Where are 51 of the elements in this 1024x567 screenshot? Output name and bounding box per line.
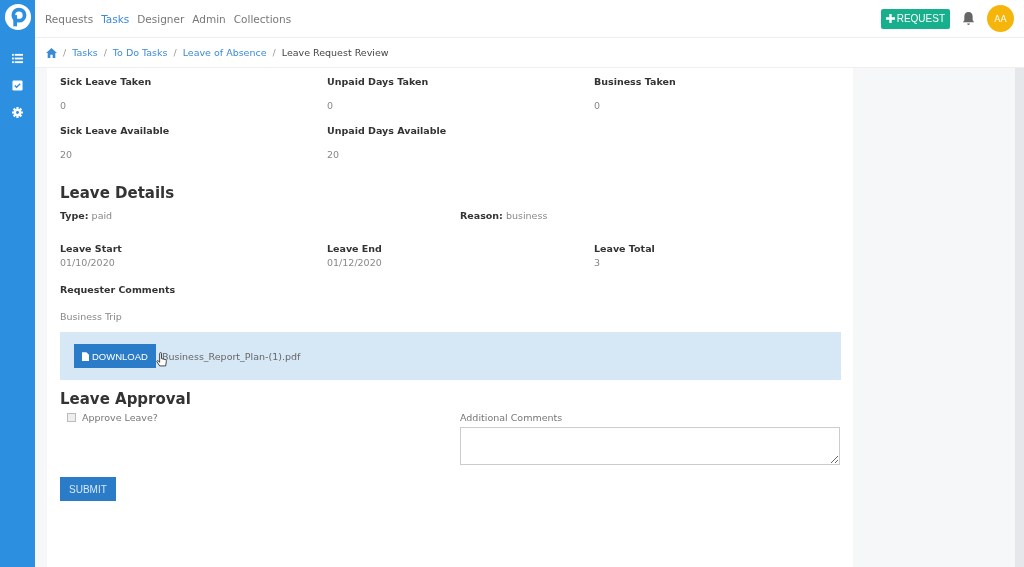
logo-icon: [3, 3, 32, 31]
type-text: Type: paid: [60, 210, 114, 221]
field-value: 20: [60, 149, 74, 160]
checkbox-label: Approve Leave?: [82, 412, 158, 423]
field-value: 01/10/2020: [60, 257, 116, 268]
comments-field[interactable]: [460, 427, 840, 465]
breadcrumb-link[interactable]: Leave of Absence: [182, 47, 267, 58]
field-label: Sick Leave Taken: [60, 76, 153, 87]
section-heading: Leave Details: [60, 184, 176, 202]
nav-link[interactable]: Admin: [192, 12, 226, 25]
field-value: 01/12/2020: [327, 257, 383, 268]
submit-button[interactable]: SUBMIT: [60, 477, 116, 501]
field-value: 3: [594, 257, 602, 268]
nav-link[interactable]: Tasks: [101, 12, 130, 25]
settings-icon[interactable]: [12, 107, 23, 118]
breadcrumb-separator: /: [103, 47, 107, 58]
comments-text: Business Trip: [60, 311, 123, 322]
field-value: 0: [327, 100, 335, 111]
field-value: 20: [327, 149, 341, 160]
breadcrumb-link[interactable]: To Do Tasks: [112, 47, 168, 58]
approve-checkbox[interactable]: [67, 413, 76, 422]
download-button[interactable]: DOWNLOAD: [74, 344, 156, 368]
breadcrumb-separator: /: [272, 47, 276, 58]
field-label: Unpaid Days Available: [327, 125, 448, 136]
breadcrumb-current: Leave Request Review: [281, 47, 389, 58]
breadcrumb-separator: /: [63, 47, 67, 58]
field-label: Business Taken: [594, 76, 677, 87]
nav-link[interactable]: Designer: [137, 12, 185, 25]
breadcrumb-link[interactable]: Tasks: [72, 47, 98, 58]
nav-link[interactable]: Collections: [233, 12, 292, 25]
checkbox-icon[interactable]: [12, 80, 23, 91]
bell-icon[interactable]: [962, 11, 975, 26]
list-icon[interactable]: [12, 53, 23, 64]
home-icon[interactable]: [46, 47, 57, 58]
breadcrumb-separator: /: [173, 47, 177, 58]
field-label: Leave End: [327, 243, 383, 254]
section-heading: Leave Approval: [60, 390, 192, 408]
field-label: Additional Comments: [460, 412, 564, 423]
field-value: 0: [60, 100, 68, 111]
field-label: Unpaid Days Taken: [327, 76, 430, 87]
file-icon: [82, 351, 89, 361]
field-label: Sick Leave Available: [60, 125, 171, 136]
nav-link[interactable]: Requests: [45, 12, 94, 25]
reason-text: Reason: business: [460, 210, 549, 221]
field-label: Leave Start: [60, 243, 123, 254]
file-name: Business_Report_Plan-(1).pdf: [161, 350, 301, 362]
request-button[interactable]: REQUEST: [880, 8, 950, 29]
plus-icon: [885, 14, 895, 23]
field-label: Requester Comments: [60, 284, 177, 295]
field-label: Leave Total: [594, 243, 656, 254]
field-value: 0: [594, 100, 602, 111]
